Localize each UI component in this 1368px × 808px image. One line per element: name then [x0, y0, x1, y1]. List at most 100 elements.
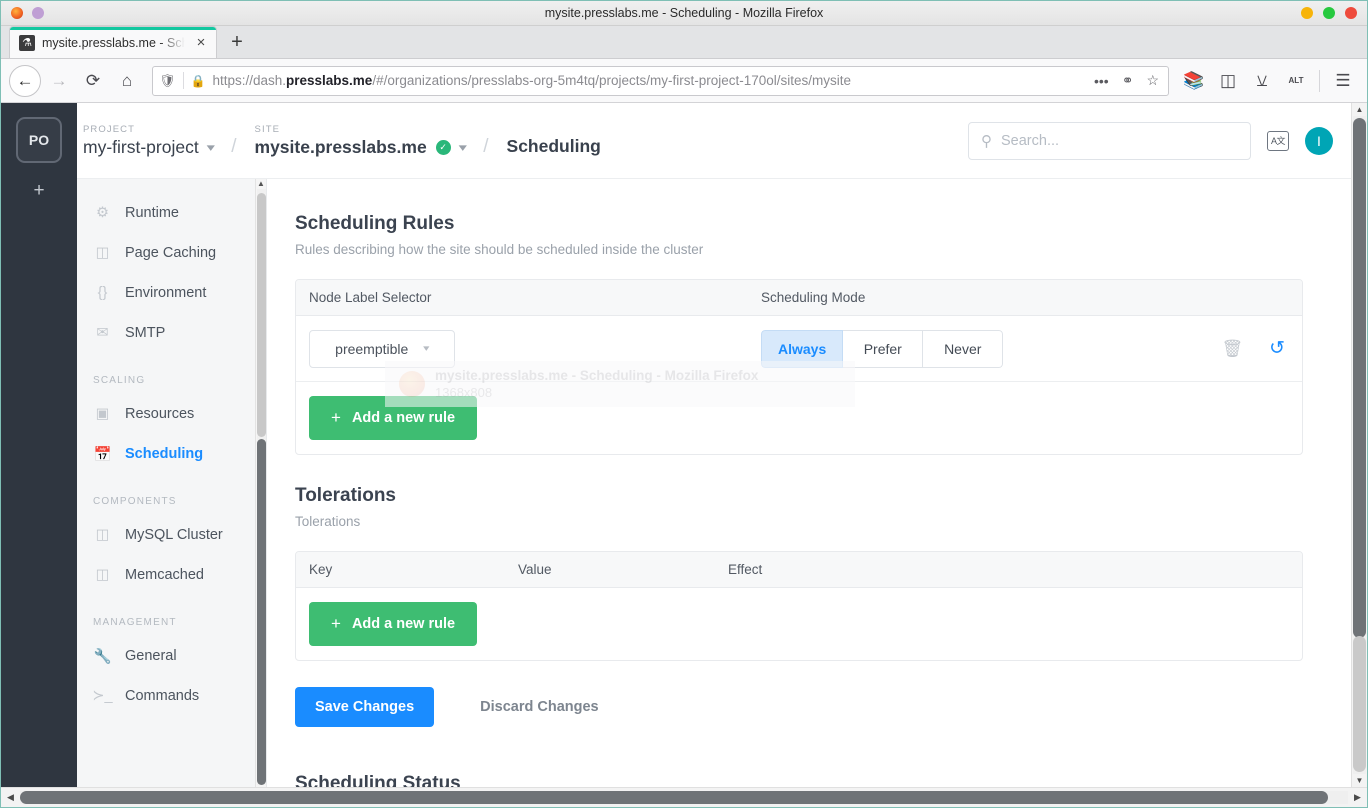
app-body: PO + ⚙ Runtime ◫ Page Caching {} Environ…	[1, 103, 1351, 787]
sidebar-item-resources[interactable]: ▣ Resources	[77, 394, 266, 434]
column-header-node-label-selector: Node Label Selector	[309, 290, 432, 305]
scheduling-rules-card: Node Label Selector Scheduling Mode pree…	[295, 279, 1303, 455]
toolbar-divider	[1319, 69, 1320, 92]
sidebar-icon[interactable]: ◫	[1212, 65, 1244, 97]
bookmark-star-icon[interactable]: ☆	[1143, 72, 1162, 89]
add-organization-button[interactable]: +	[19, 177, 59, 205]
database-bolt-icon: ◫	[95, 567, 110, 583]
discard-changes-button[interactable]: Discard Changes	[462, 687, 616, 727]
vertical-scroll-thumb-lower[interactable]	[1353, 635, 1366, 772]
scheduling-rules-header-row: Node Label Selector Scheduling Mode	[296, 280, 1302, 316]
tolerations-footer: + Add a new rule	[296, 588, 1302, 660]
sidebar-item-label: Memcached	[125, 567, 204, 583]
browser-tab-active[interactable]: ⚗ mysite.presslabs.me - Sch ×	[9, 26, 217, 58]
tab-strip: ⚗ mysite.presslabs.me - Sch × +	[1, 26, 1367, 59]
shield-icon[interactable]: 🛡	[159, 73, 176, 89]
mode-option-prefer[interactable]: Prefer	[843, 329, 924, 368]
search-input[interactable]: ⚲ Search...	[968, 121, 1251, 160]
sidebar-scroll-thumb-upper[interactable]	[256, 193, 266, 438]
scroll-left-icon[interactable]: ◀	[4, 792, 17, 803]
library-icon[interactable]: 📚	[1178, 65, 1210, 97]
sidebar-item-label: Environment	[125, 285, 207, 301]
sidebar-scroll-thumb[interactable]	[256, 439, 266, 785]
tab-title: mysite.presslabs.me - Sch	[42, 35, 185, 50]
browser-navbar: ← → ⟳ ⌂ 🛡 🔒 https://dash.presslabs.me/#/…	[1, 59, 1367, 103]
mode-option-always[interactable]: Always	[761, 329, 844, 368]
vertical-scroll-thumb[interactable]	[1353, 118, 1366, 638]
page-actions-icon[interactable]: •••	[1091, 73, 1112, 89]
scheduling-rules-subtitle: Rules describing how the site should be …	[295, 242, 704, 257]
add-rule-label: Add a new rule	[351, 616, 456, 632]
pocket-icon[interactable]: ⚭	[1119, 72, 1137, 89]
sidebar-item-mysql-cluster[interactable]: ◫ MySQL Cluster	[77, 515, 266, 555]
minimize-button[interactable]	[1301, 7, 1313, 19]
wrench-icon: 🔧	[93, 648, 112, 665]
back-button[interactable]: ←	[9, 64, 41, 97]
chevron-down-icon[interactable]: ▾	[458, 142, 466, 154]
avatar[interactable]: I	[1305, 126, 1333, 155]
scroll-right-icon[interactable]: ▶	[1351, 792, 1364, 803]
mode-option-never[interactable]: Never	[923, 329, 1004, 368]
app-menu-icon[interactable]: ☰	[1327, 65, 1359, 97]
sidebar-item-environment[interactable]: {} Environment	[77, 273, 266, 313]
sidebar-item-runtime[interactable]: ⚙ Runtime	[77, 193, 266, 233]
project-kicker: PROJECT	[83, 123, 136, 135]
reset-icon[interactable]: ↺	[1269, 337, 1285, 360]
main-content: Scheduling Rules Rules describing how th…	[267, 179, 1351, 787]
braces-icon: {}	[97, 285, 108, 301]
forward-button[interactable]: →	[43, 65, 75, 97]
page-viewport: PROJECT my-first-project ▾ / SITE mysite…	[1, 103, 1367, 787]
sidebar-item-page-caching[interactable]: ◫ Page Caching	[77, 233, 266, 273]
sidebar-item-smtp[interactable]: ✉ SMTP	[77, 313, 266, 353]
scroll-up-icon[interactable]: ▲	[257, 179, 265, 189]
breadcrumb-project[interactable]: PROJECT my-first-project ▾	[83, 123, 215, 158]
search-placeholder: Search...	[1001, 132, 1060, 149]
sidebar-scroll-track[interactable]	[256, 189, 266, 785]
sidebar-item-memcached[interactable]: ◫ Memcached	[77, 555, 266, 595]
plus-icon: +	[331, 408, 341, 427]
close-button[interactable]	[1345, 7, 1357, 19]
page-horizontal-scrollbar[interactable]: ◀ ▶	[1, 787, 1367, 807]
breadcrumb: PROJECT my-first-project ▾ / SITE mysite…	[83, 124, 968, 158]
account-icon[interactable]: ⚺	[1246, 65, 1278, 97]
extension-alt-icon[interactable]: ALT	[1280, 65, 1312, 97]
page-vertical-scrollbar[interactable]: ▲ ▼	[1351, 103, 1367, 787]
firefox-logo-icon	[11, 7, 23, 19]
vertical-scroll-track[interactable]	[1353, 116, 1366, 774]
sidebar-item-commands[interactable]: ≻_ Commands	[77, 676, 266, 716]
database-bolt-icon: ◫	[95, 245, 110, 261]
breadcrumb-separator-2: /	[483, 135, 489, 157]
sidebar-scrollbar[interactable]: ▲	[255, 179, 266, 787]
home-button[interactable]: ⌂	[111, 65, 143, 97]
add-scheduling-rule-button[interactable]: + Add a new rule	[309, 396, 478, 440]
browser-toolbar-right: 📚 ◫ ⚺ ALT ☰	[1178, 65, 1359, 97]
lock-icon[interactable]: 🔒	[191, 74, 206, 88]
tolerations-header-row: Key Value Effect	[296, 552, 1302, 588]
chevron-down-icon[interactable]: ▾	[206, 142, 214, 154]
tolerations-subtitle: Tolerations	[295, 514, 361, 529]
reload-button[interactable]: ⟳	[77, 65, 109, 97]
save-changes-button[interactable]: Save Changes	[295, 687, 435, 727]
url-divider	[182, 72, 184, 89]
scroll-up-icon[interactable]: ▲	[1356, 103, 1364, 116]
envelope-icon: ✉	[96, 325, 109, 341]
breadcrumb-site[interactable]: SITE mysite.presslabs.me ✓ ▾	[255, 124, 467, 158]
language-toggle-icon[interactable]: A文	[1267, 130, 1289, 151]
url-text: https://dash.presslabs.me/#/organization…	[212, 73, 852, 88]
horizontal-scroll-track[interactable]	[20, 791, 1348, 804]
sidebar-item-scheduling[interactable]: 📅 Scheduling	[77, 434, 266, 474]
scroll-down-icon[interactable]: ▼	[1356, 774, 1364, 787]
sidebar-item-label: MySQL Cluster	[125, 527, 223, 543]
app-header: PROJECT my-first-project ▾ / SITE mysite…	[1, 103, 1351, 179]
new-tab-button[interactable]: +	[221, 26, 253, 58]
close-icon[interactable]: ×	[192, 34, 210, 52]
row-actions: 🗑 ↺	[1221, 337, 1289, 360]
trash-icon[interactable]: 🗑	[1221, 339, 1243, 359]
maximize-button[interactable]	[1323, 7, 1335, 19]
url-bar[interactable]: 🛡 🔒 https://dash.presslabs.me/#/organiza…	[152, 65, 1169, 96]
node-label-select[interactable]: preemptible ▾	[309, 329, 455, 368]
browser-window: mysite.presslabs.me - Scheduling - Mozil…	[0, 0, 1368, 808]
sidebar-item-general[interactable]: 🔧 General	[77, 636, 266, 676]
horizontal-scroll-thumb[interactable]	[20, 791, 1329, 804]
add-toleration-rule-button[interactable]: + Add a new rule	[309, 602, 478, 646]
